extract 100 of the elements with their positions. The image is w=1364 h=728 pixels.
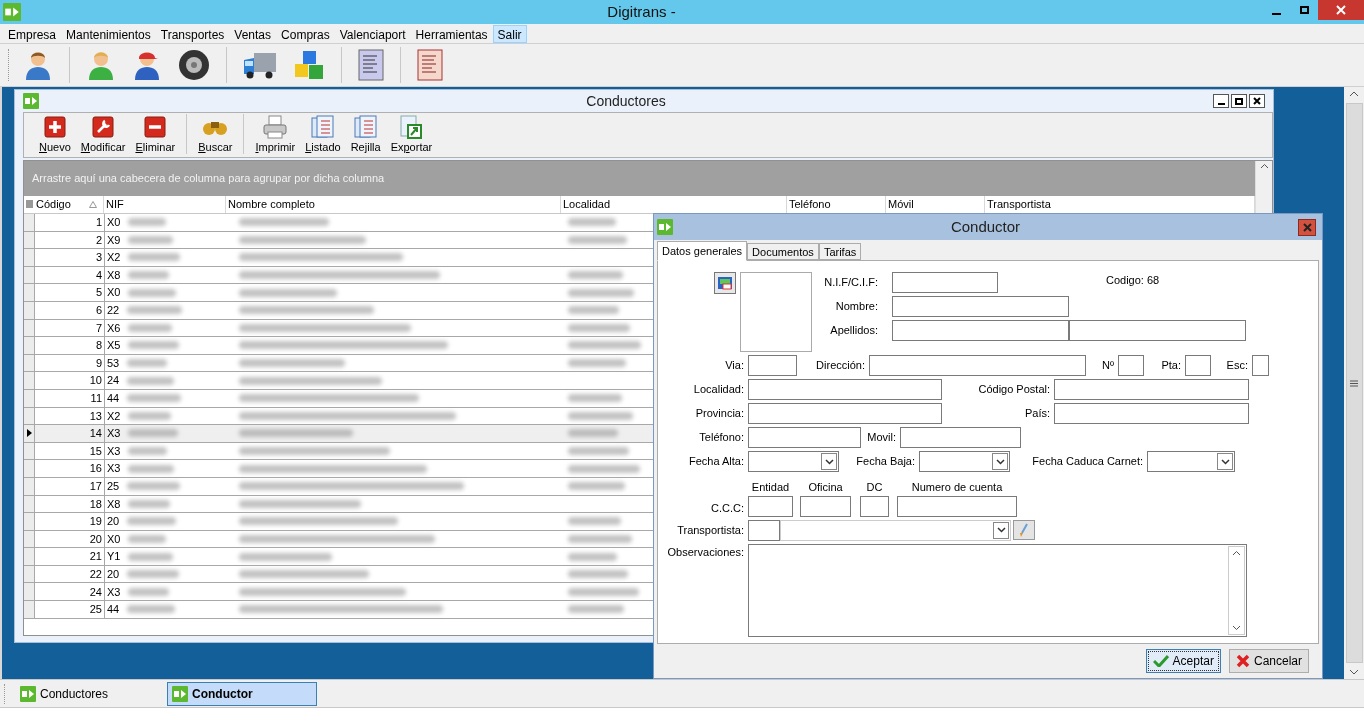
field-label: Observaciones: bbox=[666, 544, 744, 560]
input-field[interactable] bbox=[860, 495, 889, 517]
cancel-button[interactable]: Cancelar bbox=[1228, 649, 1309, 673]
window-tab[interactable]: Conductores bbox=[15, 681, 165, 706]
input-field[interactable] bbox=[1252, 355, 1269, 376]
toolbar-button[interactable]: Buscar bbox=[195, 114, 236, 154]
close-icon bbox=[1253, 97, 1261, 105]
toolbar-button[interactable]: Rejilla bbox=[347, 114, 384, 154]
toolbar-button[interactable]: Modificar bbox=[77, 114, 129, 154]
toolbar-button[interactable]: Listado bbox=[302, 114, 344, 154]
input-field[interactable] bbox=[748, 427, 861, 448]
input-field[interactable] bbox=[748, 379, 942, 400]
row-indicator[interactable] bbox=[24, 425, 35, 442]
menu-item[interactable]: Mantenimientos bbox=[61, 24, 156, 43]
blurred-text bbox=[128, 464, 175, 473]
tab[interactable]: Datos generales bbox=[657, 241, 748, 261]
input-field[interactable] bbox=[1069, 320, 1246, 341]
blurred-text bbox=[568, 552, 617, 561]
menu-item[interactable]: Herramientas bbox=[410, 24, 493, 43]
date-dropdown[interactable] bbox=[1147, 451, 1235, 472]
minimize-button[interactable] bbox=[1213, 94, 1229, 108]
minus-icon bbox=[144, 116, 167, 138]
table-cell-text: 24 bbox=[89, 584, 102, 600]
table-cell-text: X9 bbox=[107, 232, 121, 248]
table-cell-text: X0 bbox=[107, 215, 121, 231]
table-cell-text: 10 bbox=[89, 373, 102, 389]
toolbar-button[interactable]: Nuevo bbox=[36, 114, 74, 154]
observations-textarea[interactable] bbox=[748, 543, 1247, 637]
app-icon bbox=[20, 685, 36, 702]
input-field[interactable] bbox=[800, 495, 851, 517]
table-cell-text: X3 bbox=[107, 584, 121, 600]
blurred-text bbox=[568, 394, 622, 403]
input-field[interactable] bbox=[900, 427, 1021, 448]
window-tab[interactable]: Conductor bbox=[167, 681, 317, 706]
blurred-text bbox=[128, 429, 179, 438]
table-cell-text: X8 bbox=[107, 267, 121, 283]
menu-item[interactable]: Transportes bbox=[155, 24, 230, 43]
input-field[interactable] bbox=[1054, 403, 1249, 424]
toolbar-button[interactable]: Eliminar bbox=[132, 114, 179, 154]
column-header[interactable]: NIF bbox=[104, 196, 226, 213]
grip-icon bbox=[1350, 379, 1358, 387]
table-cell-text: 11 bbox=[90, 391, 102, 406]
input-field[interactable] bbox=[748, 355, 797, 376]
close-button[interactable] bbox=[1298, 218, 1316, 236]
menu-item[interactable]: Salir bbox=[492, 24, 527, 43]
toolbar-button[interactable]: Exportar bbox=[387, 114, 436, 154]
printer-icon bbox=[263, 115, 288, 139]
scroll-down-icon bbox=[1232, 624, 1241, 631]
field-label: Teléfono: bbox=[698, 430, 744, 446]
input-field[interactable] bbox=[748, 495, 793, 517]
field-label: Entidad bbox=[751, 480, 790, 495]
column-header[interactable]: Nombre completo bbox=[226, 196, 561, 213]
close-button[interactable] bbox=[1249, 94, 1265, 108]
table-cell-text: 24 bbox=[107, 373, 120, 389]
field-label: Pta: bbox=[1160, 358, 1181, 374]
blurred-text bbox=[568, 464, 640, 473]
field-label: Localidad: bbox=[692, 382, 744, 398]
blurred-text bbox=[128, 323, 173, 332]
toolbar-button[interactable]: Imprimir bbox=[252, 114, 299, 154]
blurred-text bbox=[568, 570, 628, 579]
input-field[interactable] bbox=[892, 320, 1069, 341]
window-title: Conductores bbox=[585, 91, 667, 111]
date-dropdown[interactable] bbox=[748, 451, 839, 472]
input-field[interactable] bbox=[1054, 379, 1249, 400]
input-field[interactable] bbox=[892, 296, 1069, 317]
document-stack-icon bbox=[310, 115, 335, 139]
app-icon bbox=[23, 93, 39, 109]
menu-item[interactable]: Compras bbox=[276, 24, 335, 43]
input-field[interactable] bbox=[869, 355, 1086, 376]
accept-button[interactable]: Aceptar bbox=[1145, 649, 1221, 673]
date-dropdown[interactable] bbox=[919, 451, 1010, 472]
blurred-text bbox=[568, 517, 621, 526]
blurred-text bbox=[568, 587, 639, 596]
brush-button[interactable] bbox=[1013, 520, 1035, 540]
tab[interactable]: Documentos bbox=[747, 243, 819, 260]
record-code: Codigo: 68 bbox=[1106, 273, 1160, 288]
input-field[interactable] bbox=[1118, 355, 1144, 376]
table-cell-text: 1 bbox=[95, 215, 102, 231]
blurred-text bbox=[568, 218, 616, 227]
input-field[interactable] bbox=[748, 519, 780, 541]
input-field[interactable] bbox=[1185, 355, 1211, 376]
menu-item[interactable]: Valenciaport bbox=[334, 24, 411, 43]
input-field[interactable] bbox=[892, 272, 998, 293]
column-chooser-icon bbox=[25, 200, 33, 209]
photo-button[interactable] bbox=[714, 272, 736, 294]
table-cell-text: X5 bbox=[107, 338, 121, 354]
input-field[interactable] bbox=[897, 495, 1017, 517]
blurred-text bbox=[568, 306, 619, 315]
menu-item[interactable]: Empresa bbox=[3, 24, 62, 43]
tab[interactable]: Tarifas bbox=[818, 243, 862, 260]
field-label: País: bbox=[1023, 406, 1050, 422]
field-label: Nº bbox=[1101, 358, 1114, 374]
blurred-text bbox=[128, 411, 172, 420]
input-field[interactable] bbox=[748, 403, 942, 424]
table-cell-text: 44 bbox=[107, 602, 120, 618]
maximize-button[interactable] bbox=[1231, 94, 1247, 108]
column-header[interactable]: Código bbox=[34, 196, 104, 213]
menu-item[interactable]: Ventas bbox=[229, 24, 277, 43]
cubes-icon bbox=[293, 49, 325, 81]
blurred-text bbox=[568, 447, 629, 455]
